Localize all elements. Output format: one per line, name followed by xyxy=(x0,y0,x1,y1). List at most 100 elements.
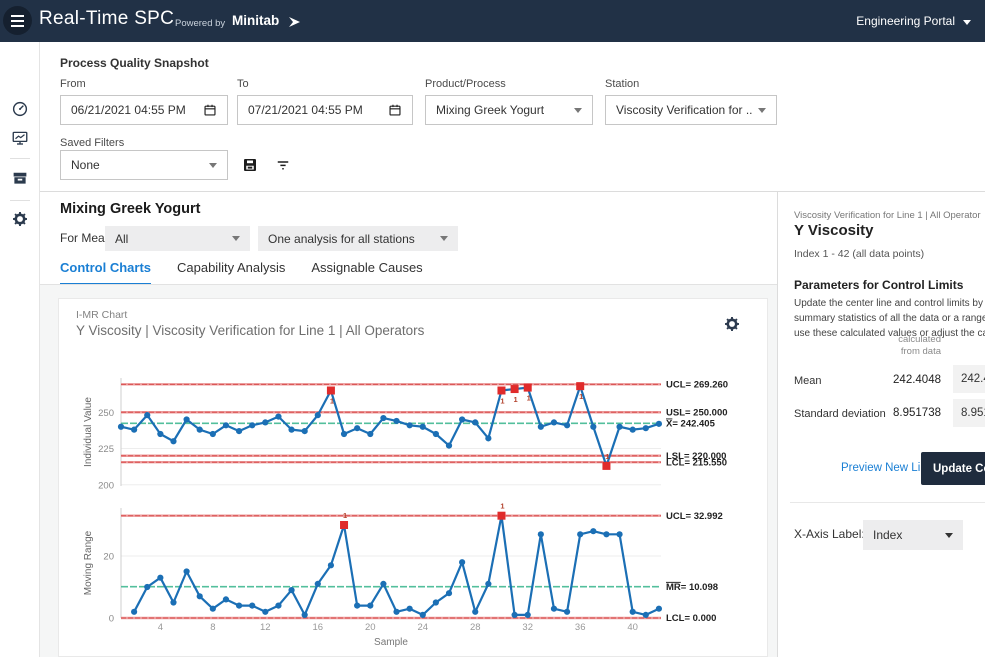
data-point[interactable] xyxy=(184,568,190,574)
measure-select[interactable]: All xyxy=(105,226,250,251)
data-point[interactable] xyxy=(472,609,478,615)
hamburger-menu-icon[interactable] xyxy=(3,6,32,35)
data-point[interactable] xyxy=(328,562,334,568)
data-point[interactable] xyxy=(472,419,478,425)
data-point[interactable] xyxy=(210,606,216,612)
data-point[interactable] xyxy=(551,606,557,612)
data-point[interactable] xyxy=(525,612,531,618)
data-point[interactable] xyxy=(577,531,583,537)
data-point[interactable] xyxy=(603,531,609,537)
data-point[interactable] xyxy=(249,603,255,609)
x-axis-label-select[interactable]: Index xyxy=(863,520,963,550)
data-point[interactable] xyxy=(367,431,373,437)
calendar-icon[interactable] xyxy=(388,103,402,117)
data-point[interactable] xyxy=(170,599,176,605)
data-point[interactable] xyxy=(616,424,622,430)
save-icon[interactable] xyxy=(241,156,259,174)
dashboard-gauge-icon[interactable] xyxy=(11,100,29,118)
data-point[interactable] xyxy=(459,559,465,565)
data-point[interactable] xyxy=(643,612,649,618)
data-point[interactable] xyxy=(512,612,518,618)
data-point[interactable] xyxy=(262,609,268,615)
storage-box-icon[interactable] xyxy=(11,169,29,187)
data-point[interactable] xyxy=(630,427,636,433)
data-point[interactable] xyxy=(590,528,596,534)
data-point[interactable] xyxy=(302,612,308,618)
data-point[interactable] xyxy=(354,425,360,431)
data-point[interactable] xyxy=(236,603,242,609)
data-point[interactable] xyxy=(354,603,360,609)
data-point[interactable] xyxy=(656,606,662,612)
data-point[interactable] xyxy=(184,416,190,422)
data-point[interactable] xyxy=(275,603,281,609)
data-point[interactable] xyxy=(144,412,150,418)
portal-selector[interactable]: Engineering Portal xyxy=(856,14,955,28)
flagged-point[interactable] xyxy=(576,382,584,390)
flagged-point[interactable] xyxy=(340,521,348,529)
data-point[interactable] xyxy=(590,424,596,430)
data-point[interactable] xyxy=(485,435,491,441)
data-point[interactable] xyxy=(420,424,426,430)
data-point[interactable] xyxy=(551,419,557,425)
data-point[interactable] xyxy=(433,599,439,605)
flagged-point[interactable] xyxy=(497,387,505,395)
from-date-input[interactable]: 06/21/2021 04:55 PM xyxy=(60,95,228,125)
data-point[interactable] xyxy=(223,596,229,602)
data-point[interactable] xyxy=(144,584,150,590)
data-point[interactable] xyxy=(288,587,294,593)
data-point[interactable] xyxy=(420,612,426,618)
flagged-point[interactable] xyxy=(602,462,610,470)
data-point[interactable] xyxy=(288,427,294,433)
data-point[interactable] xyxy=(616,531,622,537)
data-point[interactable] xyxy=(538,531,544,537)
stdev-input[interactable] xyxy=(953,399,985,427)
data-point[interactable] xyxy=(262,419,268,425)
data-point[interactable] xyxy=(393,609,399,615)
tab-capability-analysis[interactable]: Capability Analysis xyxy=(177,260,285,286)
product-process-select[interactable]: Mixing Greek Yogurt xyxy=(425,95,593,125)
data-point[interactable] xyxy=(131,609,137,615)
data-point[interactable] xyxy=(197,427,203,433)
data-point[interactable] xyxy=(210,431,216,437)
data-point[interactable] xyxy=(564,609,570,615)
data-point[interactable] xyxy=(118,424,124,430)
data-point[interactable] xyxy=(485,581,491,587)
data-point[interactable] xyxy=(223,422,229,428)
data-point[interactable] xyxy=(407,606,413,612)
data-point[interactable] xyxy=(407,422,413,428)
data-point[interactable] xyxy=(131,427,137,433)
data-point[interactable] xyxy=(249,422,255,428)
data-point[interactable] xyxy=(446,443,452,449)
flagged-point[interactable] xyxy=(497,512,505,520)
data-point[interactable] xyxy=(275,414,281,420)
chart-monitor-icon[interactable] xyxy=(11,129,29,147)
data-point[interactable] xyxy=(538,424,544,430)
settings-gear-icon[interactable] xyxy=(11,210,29,228)
data-point[interactable] xyxy=(315,412,321,418)
analysis-mode-select[interactable]: One analysis for all stations xyxy=(258,226,458,251)
chart-settings-gear-icon[interactable] xyxy=(723,315,741,333)
data-point[interactable] xyxy=(197,593,203,599)
data-point[interactable] xyxy=(564,422,570,428)
tab-control-charts[interactable]: Control Charts xyxy=(60,260,151,286)
saved-filters-select[interactable]: None xyxy=(60,150,228,180)
data-point[interactable] xyxy=(380,581,386,587)
data-point[interactable] xyxy=(367,603,373,609)
station-select[interactable]: Viscosity Verification for ... xyxy=(605,95,777,125)
mean-input[interactable] xyxy=(953,365,985,393)
data-point[interactable] xyxy=(170,438,176,444)
data-point[interactable] xyxy=(380,415,386,421)
data-point[interactable] xyxy=(302,428,308,434)
data-point[interactable] xyxy=(157,575,163,581)
data-point[interactable] xyxy=(459,416,465,422)
flagged-point[interactable] xyxy=(511,385,519,393)
data-point[interactable] xyxy=(315,581,321,587)
to-date-input[interactable]: 07/21/2021 04:55 PM xyxy=(237,95,413,125)
data-point[interactable] xyxy=(236,428,242,434)
calendar-icon[interactable] xyxy=(203,103,217,117)
flagged-point[interactable] xyxy=(524,384,532,392)
update-control-limits-button[interactable]: Update Control Limits xyxy=(921,452,985,485)
data-point[interactable] xyxy=(433,431,439,437)
tab-assignable-causes[interactable]: Assignable Causes xyxy=(311,260,422,286)
data-point[interactable] xyxy=(643,425,649,431)
